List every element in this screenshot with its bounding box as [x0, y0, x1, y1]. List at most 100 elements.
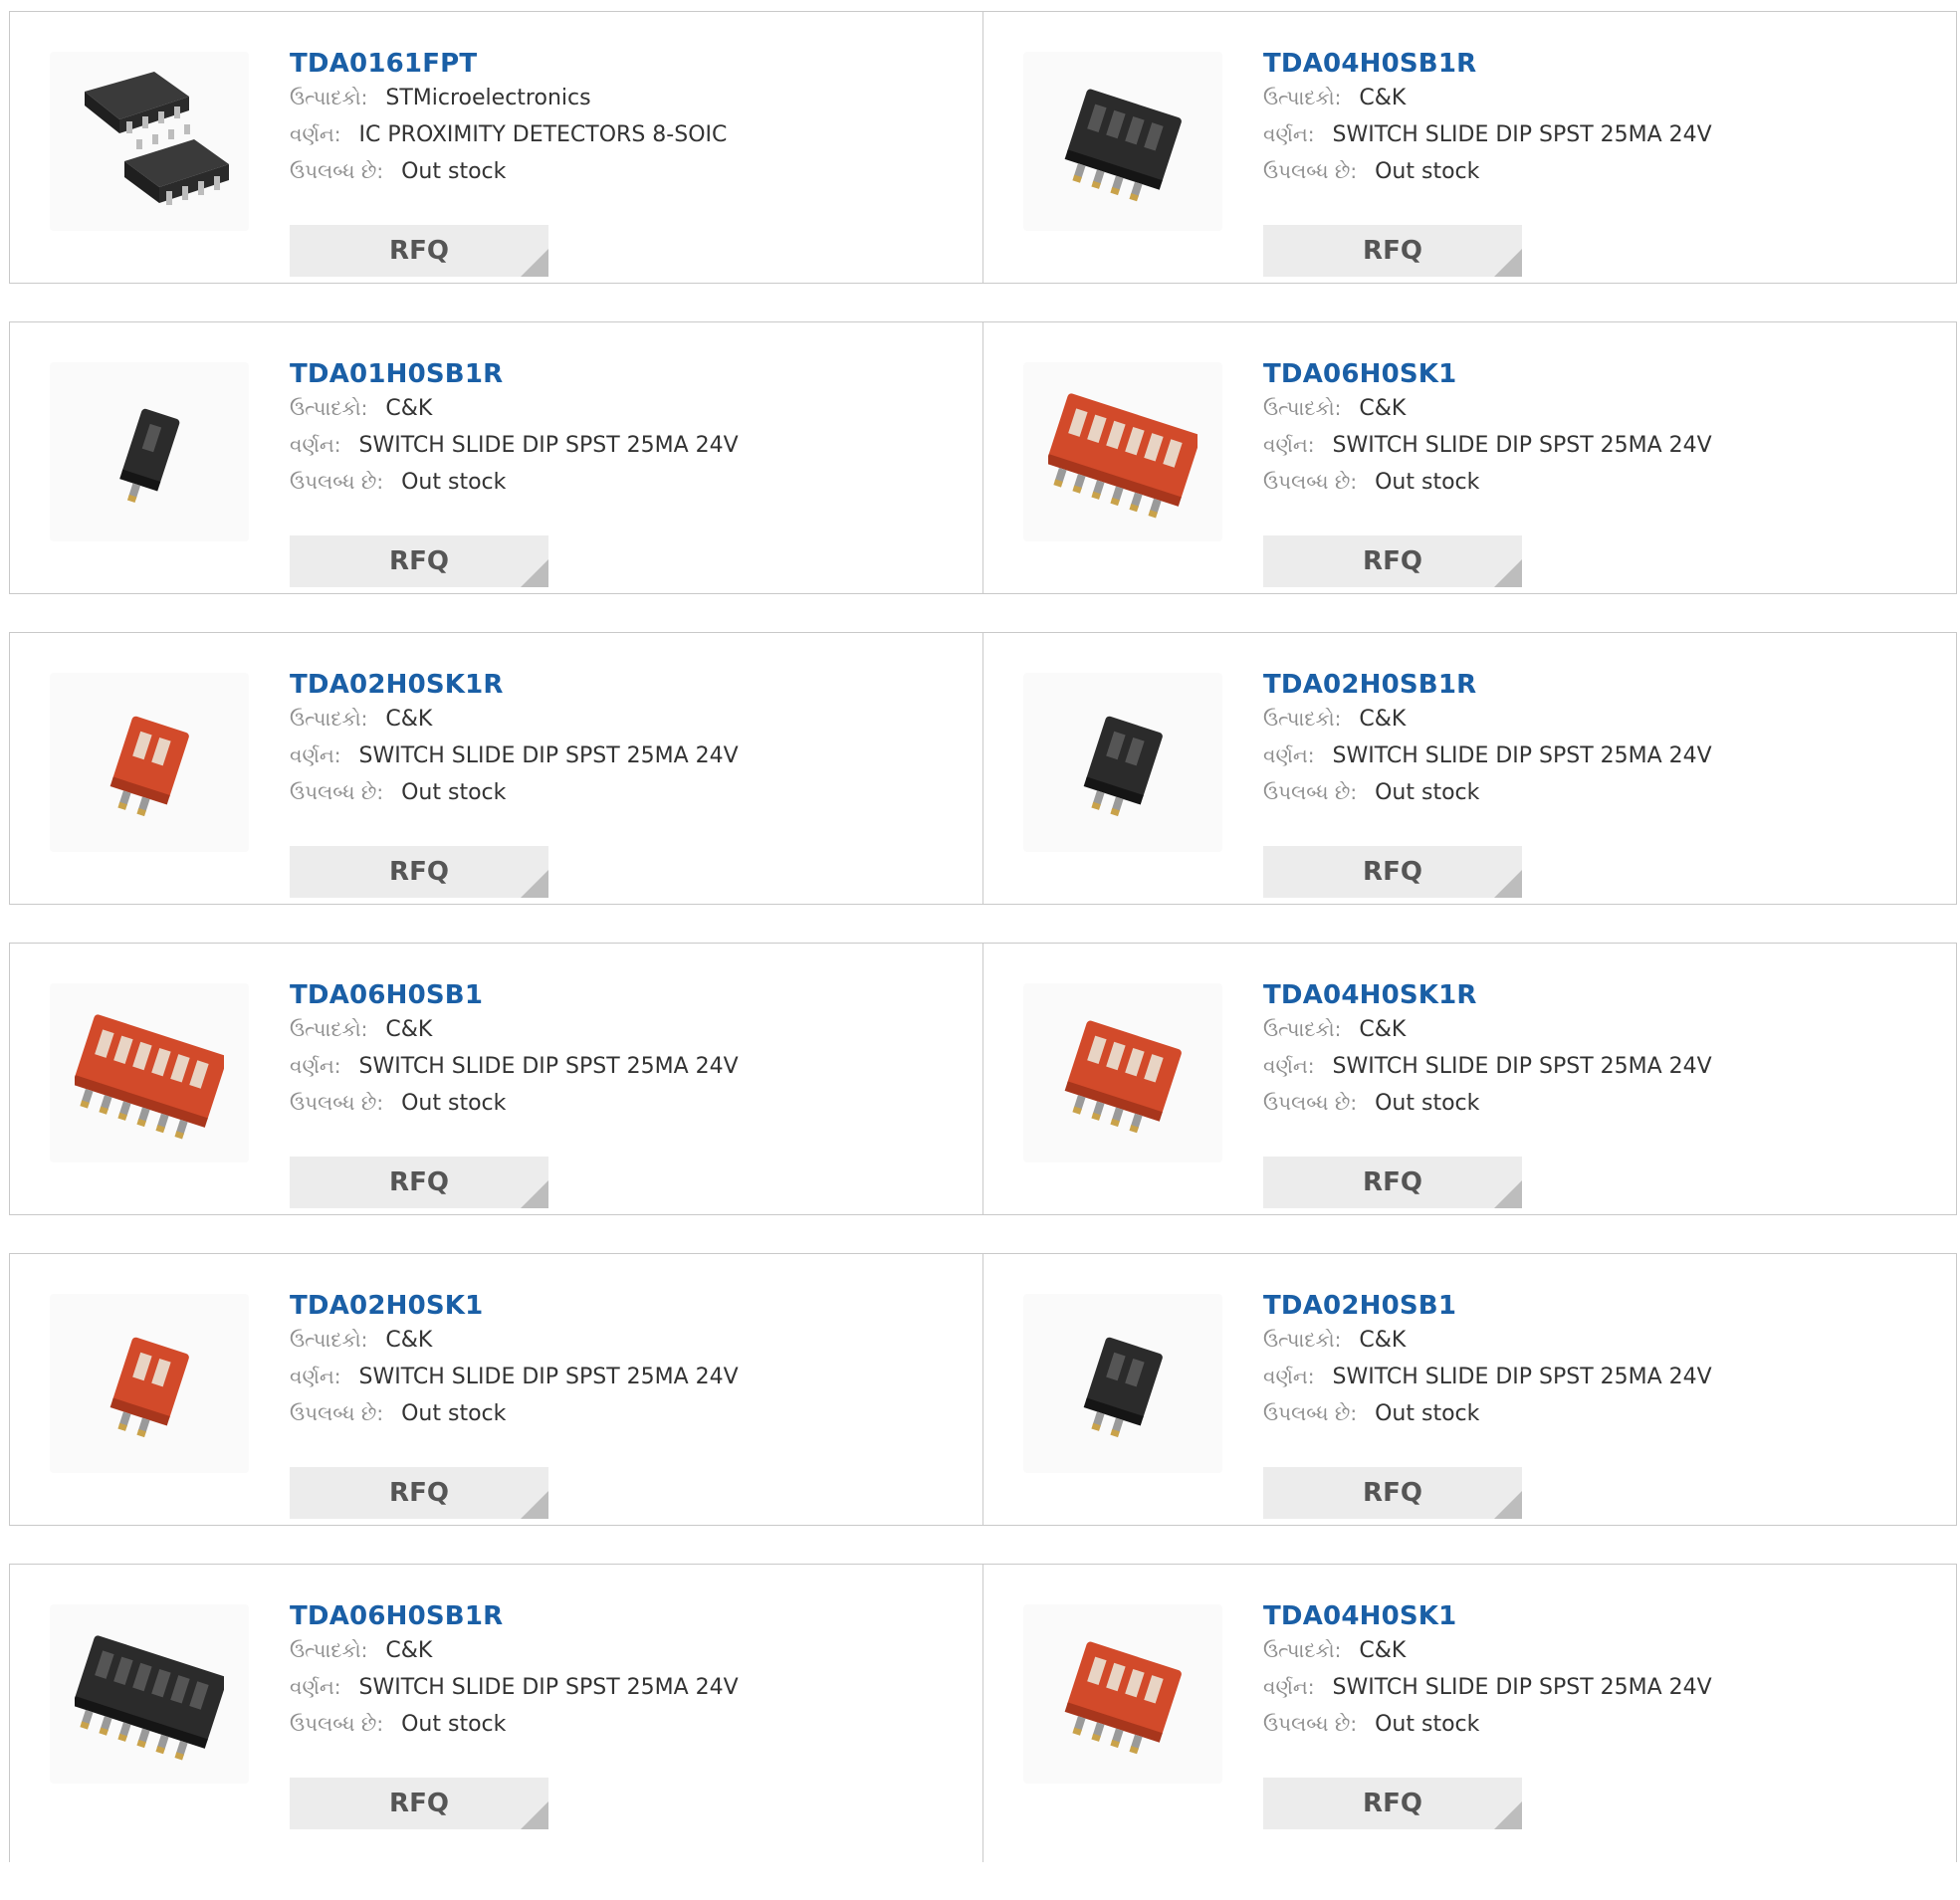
- availability-value: Out stock: [401, 1712, 507, 1737]
- description-value: SWITCH SLIDE DIP SPST 25MA 24V: [1332, 122, 1712, 147]
- rfq-button[interactable]: RFQ: [290, 535, 548, 587]
- rfq-button[interactable]: RFQ: [290, 1157, 548, 1208]
- rfq-label: RFQ: [1363, 1478, 1422, 1508]
- manufacturer-line: ઉત્પાદકો: C&K: [290, 1632, 963, 1669]
- product-row: TDA06H0SB1 ઉત્પાદકો: C&K વર્ણન: SWITCH SLI…: [9, 943, 1957, 1215]
- product-image[interactable]: [50, 673, 249, 852]
- rfq-button[interactable]: RFQ: [290, 1778, 548, 1829]
- product-title-link[interactable]: TDA04H0SK1R: [1263, 979, 1477, 1011]
- rfq-button[interactable]: RFQ: [290, 1467, 548, 1519]
- product-image[interactable]: [1023, 52, 1222, 231]
- availability-line: ઉપલબ્ધ છે: Out stock: [290, 774, 963, 811]
- description-label: વર્ણન:: [1263, 1675, 1315, 1699]
- manufacturer-value: C&K: [1359, 1638, 1407, 1663]
- product-card: TDA06H0SB1 ઉત્પાદકો: C&K વર્ણન: SWITCH SLI…: [10, 944, 982, 1214]
- description-label: વર્ણન:: [1263, 743, 1315, 767]
- rfq-label: RFQ: [1363, 1167, 1422, 1197]
- description-line: વર્ણન: SWITCH SLIDE DIP SPST 25MA 24V: [290, 1669, 963, 1706]
- dip-switch-red-icon: [109, 716, 189, 817]
- product-card: TDA01H0SB1R ઉત્પાદકો: C&K વર્ણન: SWITCH SL…: [10, 322, 982, 593]
- product-card: TDA02H0SK1 ઉત્પાદકો: C&K વર્ણન: SWITCH SLI…: [10, 1254, 982, 1525]
- dip-switch-black-icon: [1064, 89, 1182, 202]
- description-line: વર્ણન: SWITCH SLIDE DIP SPST 25MA 24V: [290, 1359, 963, 1395]
- availability-line: ઉપલબ્ધ છે: Out stock: [290, 153, 963, 190]
- manufacturer-line: ઉત્પાદકો: C&K: [290, 1011, 963, 1048]
- availability-value: Out stock: [1375, 1401, 1480, 1426]
- corner-decoration: [1494, 1491, 1522, 1519]
- manufacturer-value: STMicroelectronics: [385, 86, 591, 110]
- product-title-link[interactable]: TDA04H0SB1R: [1263, 48, 1476, 80]
- rfq-button[interactable]: RFQ: [1263, 1467, 1522, 1519]
- manufacturer-line: ઉત્પાદકો: C&K: [290, 1322, 963, 1359]
- product-card: TDA06H0SK1 ઉત્પાદકો: C&K વર્ણન: SWITCH SLI…: [982, 322, 1956, 593]
- description-line: વર્ણન: SWITCH SLIDE DIP SPST 25MA 24V: [1263, 1048, 1936, 1085]
- manufacturer-line: ઉત્પાદકો: C&K: [1263, 1322, 1936, 1359]
- description-value: SWITCH SLIDE DIP SPST 25MA 24V: [1332, 743, 1712, 768]
- product-title-link[interactable]: TDA0161FPT: [290, 48, 477, 80]
- product-image[interactable]: [50, 1604, 249, 1784]
- product-image[interactable]: [1023, 1604, 1222, 1784]
- rfq-button[interactable]: RFQ: [1263, 1778, 1522, 1829]
- corner-decoration: [1494, 1180, 1522, 1208]
- manufacturer-label: ઉત્પાદકો:: [290, 1638, 368, 1662]
- manufacturer-label: ઉત્પાદકો:: [1263, 1328, 1342, 1352]
- product-title-link[interactable]: TDA01H0SB1R: [290, 358, 503, 390]
- availability-value: Out stock: [401, 470, 507, 495]
- product-image[interactable]: [1023, 983, 1222, 1162]
- product-card: TDA02H0SK1R ઉત્પાદકો: C&K વર્ણન: SWITCH SL…: [10, 633, 982, 904]
- description-line: વર્ણન: SWITCH SLIDE DIP SPST 25MA 24V: [1263, 1359, 1936, 1395]
- description-value: SWITCH SLIDE DIP SPST 25MA 24V: [358, 1054, 739, 1079]
- manufacturer-value: C&K: [385, 1638, 433, 1663]
- product-image[interactable]: [50, 52, 249, 231]
- rfq-button[interactable]: RFQ: [290, 846, 548, 898]
- manufacturer-label: ઉત્પાદકો:: [290, 86, 368, 109]
- description-line: વર્ણન: SWITCH SLIDE DIP SPST 25MA 24V: [290, 427, 963, 464]
- product-image[interactable]: [50, 1294, 249, 1473]
- product-image[interactable]: [1023, 1294, 1222, 1473]
- product-title-link[interactable]: TDA06H0SB1: [290, 979, 483, 1011]
- product-image[interactable]: [50, 983, 249, 1162]
- availability-label: ઉપલબ્ધ છે:: [1263, 1401, 1358, 1425]
- rfq-button[interactable]: RFQ: [1263, 1157, 1522, 1208]
- product-image[interactable]: [1023, 362, 1222, 541]
- product-title-link[interactable]: TDA02H0SB1: [1263, 1290, 1456, 1322]
- product-row: TDA02H0SK1R ઉત્પાદકો: C&K વર્ણન: SWITCH SL…: [9, 632, 1957, 905]
- rfq-button[interactable]: RFQ: [1263, 225, 1522, 277]
- dip-switch-red-icon: [1048, 393, 1198, 519]
- product-title-link[interactable]: TDA06H0SK1: [1263, 358, 1456, 390]
- manufacturer-label: ઉત્પાદકો:: [290, 1017, 368, 1041]
- manufacturer-value: C&K: [1359, 1017, 1407, 1042]
- rfq-button[interactable]: RFQ: [290, 225, 548, 277]
- product-title-link[interactable]: TDA06H0SB1R: [290, 1600, 503, 1632]
- manufacturer-label: ઉત્પાદકો:: [290, 396, 368, 420]
- product-image[interactable]: [50, 362, 249, 541]
- product-title-link[interactable]: TDA04H0SK1: [1263, 1600, 1456, 1632]
- product-grid: TDA0161FPT ઉત્પાદકો: STMicroelectronics વ…: [9, 11, 1957, 1900]
- manufacturer-line: ઉત્પાદકો: C&K: [290, 701, 963, 738]
- rfq-button[interactable]: RFQ: [1263, 846, 1522, 898]
- rfq-button[interactable]: RFQ: [1263, 535, 1522, 587]
- product-title-link[interactable]: TDA02H0SB1R: [1263, 669, 1476, 701]
- product-title-link[interactable]: TDA02H0SK1R: [290, 669, 504, 701]
- dip-switch-red-icon: [1064, 1641, 1182, 1755]
- product-image[interactable]: [1023, 673, 1222, 852]
- availability-value: Out stock: [401, 1091, 507, 1116]
- description-value: SWITCH SLIDE DIP SPST 25MA 24V: [358, 433, 739, 458]
- availability-value: Out stock: [1375, 1091, 1480, 1116]
- product-title-link[interactable]: TDA02H0SK1: [290, 1290, 483, 1322]
- availability-label: ઉપલબ્ધ છે:: [290, 159, 384, 183]
- manufacturer-line: ઉત્પાદકો: C&K: [1263, 1632, 1936, 1669]
- corner-decoration: [1494, 870, 1522, 898]
- description-value: SWITCH SLIDE DIP SPST 25MA 24V: [358, 743, 739, 768]
- manufacturer-line: ઉત્પાદકો: C&K: [290, 390, 963, 427]
- description-label: વર્ણન:: [290, 743, 341, 767]
- availability-line: ઉપલબ્ધ છે: Out stock: [290, 1085, 963, 1122]
- product-card: TDA04H0SK1 ઉત્પાદકો: C&K વર્ણન: SWITCH SLI…: [982, 1565, 1956, 1862]
- dip-switch-black-icon: [1083, 1337, 1163, 1438]
- manufacturer-line: ઉત્પાદકો: C&K: [1263, 80, 1936, 116]
- corner-decoration: [521, 1491, 548, 1519]
- manufacturer-value: C&K: [1359, 396, 1407, 421]
- manufacturer-label: ઉત્પાદકો:: [1263, 707, 1342, 731]
- availability-line: ઉપલબ્ધ છે: Out stock: [1263, 774, 1936, 811]
- product-row: TDA02H0SK1 ઉત્પાદકો: C&K વર્ણન: SWITCH SLI…: [9, 1253, 1957, 1526]
